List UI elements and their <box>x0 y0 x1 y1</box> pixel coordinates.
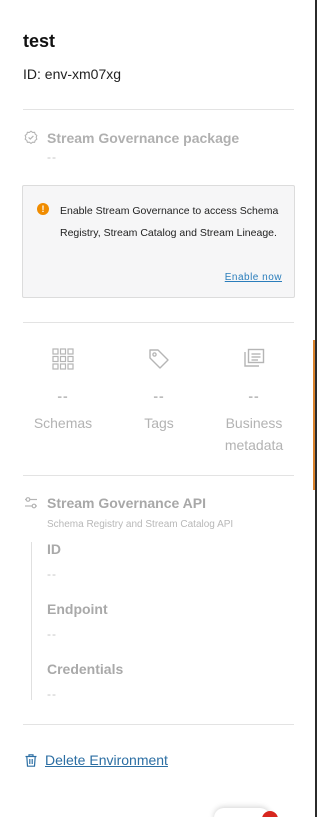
stat-value: -- <box>57 388 69 404</box>
api-header: Stream Governance API <box>23 495 206 511</box>
delete-environment-button[interactable]: Delete Environment <box>25 752 168 768</box>
field-value-id: -- <box>47 567 57 581</box>
sliders-icon <box>25 497 37 509</box>
package-header: Stream Governance package <box>23 130 239 146</box>
environment-name: test <box>23 31 56 51</box>
notification-badge <box>262 811 278 817</box>
divider <box>23 109 294 110</box>
api-title: Stream Governance API <box>47 495 206 511</box>
enable-now-link[interactable]: Enable now <box>225 272 282 283</box>
stat-business-metadata: -- Business metadata <box>214 347 294 456</box>
package-title: Stream Governance package <box>47 130 240 146</box>
stat-label: Tags <box>144 415 174 431</box>
grid-icon <box>52 348 74 370</box>
divider <box>23 322 294 323</box>
check-badge-icon <box>24 130 38 145</box>
field-label-endpoint: Endpoint <box>47 601 108 617</box>
api-subtitle: Schema Registry and Stream Catalog API <box>47 519 234 530</box>
environment-id: ID: env-xm07xg <box>23 66 122 82</box>
stat-value: -- <box>153 388 165 404</box>
stat-value: -- <box>248 388 260 404</box>
warning-circle-icon: ! <box>37 203 49 215</box>
divider <box>23 724 294 725</box>
enable-governance-notice: ! Enable Stream Governance to access Sch… <box>22 185 295 298</box>
stat-label: Business metadata <box>224 415 284 453</box>
package-value: -- <box>47 150 57 164</box>
field-label-credentials: Credentials <box>47 661 124 677</box>
field-value-credentials: -- <box>47 687 57 701</box>
edge-accent <box>313 340 315 490</box>
stacked-documents-icon <box>244 348 265 367</box>
divider <box>23 475 294 476</box>
field-label-id: ID <box>47 541 61 557</box>
delete-environment-label[interactable]: Delete Environment <box>45 752 168 768</box>
stat-label: Schemas <box>33 415 93 431</box>
stat-schemas: -- Schemas <box>23 347 103 434</box>
environment-details-panel: test ID: env-xm07xg Stream Governance pa… <box>0 0 317 817</box>
stat-tags: -- Tags <box>119 347 199 434</box>
trash-icon <box>25 753 37 767</box>
notice-text: Enable Stream Governance to access Schem… <box>60 205 279 239</box>
tag-icon <box>149 349 169 369</box>
field-value-endpoint: -- <box>47 627 57 641</box>
api-fields-rail <box>31 542 32 700</box>
